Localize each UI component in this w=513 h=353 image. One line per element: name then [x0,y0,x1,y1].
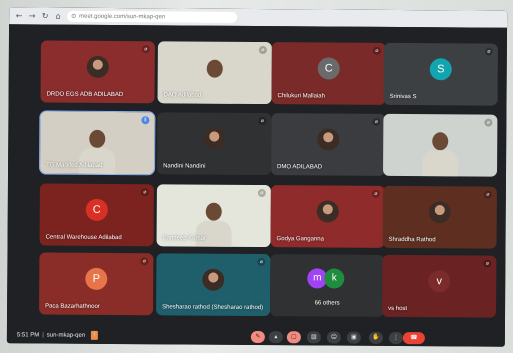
participant-avatar: C [317,57,340,80]
participant-tile[interactable]: C ⌀ Central Warehouse Adilabad [39,183,154,247]
present-button[interactable]: ▣ [346,331,361,344]
other-participant-avatar: k [324,268,345,289]
participant-name: Shesharao rathod (Shesharao rathod) [162,304,264,312]
current-time: 5:51 PM [16,332,40,339]
participant-avatar [86,55,109,78]
participant-name: DMO ADILABAD [277,164,323,171]
participant-name: Sandeep Kumar [162,235,206,242]
participant-tile[interactable]: ⌀ Godya Ganganna [270,185,385,248]
participant-tile[interactable]: C ⌀ Chilukuri Mallaiah [271,42,386,105]
address-bar[interactable]: ⊙ meet.google.com/sun-mkap-qen [67,10,238,23]
participant-name: DRDO EGS ADB ADILABAD [46,91,124,99]
speaking-indicator-icon: ⦀ [141,116,150,125]
participant-tile[interactable]: S ⌀ Srinivas S [383,42,498,106]
video-person-head [432,132,449,151]
more-options-button[interactable]: ⋮ [388,331,403,345]
video-person-body [195,220,232,247]
participant-tile[interactable]: m k 66 others [270,254,385,317]
mic-off-button[interactable]: ✎ [250,330,265,344]
participant-name: Srinivas S [389,93,417,101]
video-person-body [422,150,459,177]
participant-tile[interactable]: ⌀ Shesharao rathod (Shesharao rathod) [156,253,271,317]
participant-avatar [317,128,340,151]
emoji-button[interactable]: ☺ [326,331,341,344]
participant-name: vs host [388,305,408,313]
more-vert-icon: ⋮ [392,333,399,341]
participant-name: Shraddha Rathod [388,236,436,244]
participant-tile[interactable]: ⦀ TG Markfed Adilabad [39,110,156,176]
participant-tile[interactable]: v ⌀ vs host [382,254,497,318]
participant-name: TG Markfed Adilabad [46,162,103,169]
mic-muted-icon: ⌀ [257,258,266,267]
video-person-body [79,147,116,175]
participant-avatar: P [85,267,108,290]
meeting-code: sun-mkap-qen [46,332,86,339]
participant-name: Paca Bazarhathnoor [45,303,100,310]
participant-video [421,130,459,177]
participant-name: Chilukuri Mallaiah [277,93,325,100]
participant-tile[interactable]: ⌀ DMO ADILABAD [271,113,386,176]
camera-off-icon: ▢ [291,333,297,341]
captions-button[interactable]: ▤ [306,331,321,344]
participant-avatar [203,127,226,150]
leave-call-button[interactable]: ☎ [402,332,425,345]
reload-icon[interactable]: ↻ [41,11,49,20]
participant-tile[interactable]: P ⌀ Paca Bazarhathnoor [39,252,154,316]
mic-muted-icon: ⌀ [483,190,492,199]
others-count-label: 66 others [314,300,340,307]
video-person-head [206,59,223,78]
participant-name: Central Warehouse Adilabad [45,234,122,242]
mic-muted-icon: ⌀ [372,46,381,55]
home-icon[interactable]: ⌂ [54,12,62,21]
mic-muted-icon: ⌀ [371,189,380,198]
chevron-up-icon: ▴ [274,333,278,341]
participant-tile[interactable]: ⌀ DAO Adilabad [157,41,272,105]
participant-avatar [428,201,451,224]
url-text: meet.google.com/sun-mkap-qen [79,13,166,20]
participant-avatar: S [429,58,452,81]
others-avatars: mk [307,267,345,289]
mic-muted-icon: ⌀ [257,189,266,198]
participant-tile[interactable]: ⌀ DRDO EGS ADB ADILABAD [40,40,155,104]
emoji-icon: ☺ [330,333,338,341]
participant-tile[interactable]: ⌀ [383,113,498,177]
participant-tile[interactable]: ⌀ Shraddha Rathod [382,185,497,249]
presenting-badge: ! [90,330,98,340]
participant-name: Godya Ganganna [276,236,324,243]
participant-tile[interactable]: ⌀ Nandini Nandini [157,112,272,176]
mic-off-icon: ✎ [255,332,261,341]
end-call-icon: ☎ [410,334,418,342]
mic-muted-icon: ⌀ [258,117,267,126]
camera-off-button[interactable]: ▢ [286,331,301,344]
hand-icon: ✋ [372,333,380,341]
mic-muted-icon: ⌀ [141,45,150,54]
participant-avatar: v [428,270,451,293]
participant-avatar [202,268,225,291]
participant-name: DAO Adilabad [163,92,202,99]
video-person-head [89,129,106,148]
site-info-icon[interactable]: ⊙ [71,13,76,20]
participant-avatar: C [85,198,108,221]
mic-muted-icon: ⌀ [484,118,493,127]
video-person-body [196,77,233,104]
present-icon: ▣ [351,333,357,341]
mic-muted-icon: ⌀ [140,188,149,197]
mic-muted-icon: ⌀ [483,259,492,268]
mic-muted-icon: ⌀ [372,117,381,126]
captions-icon: ▤ [311,333,317,341]
back-arrow-icon[interactable]: ← [15,11,23,20]
laptop-screen: ← → ↻ ⌂ ⊙ meet.google.com/sun-mkap-qen ⌀… [6,7,508,347]
participant-grid: ⌀ DRDO EGS ADB ADILABAD ⌀ DAO Adilabad C ⌀ Chi… [6,24,508,331]
mic-muted-icon: ⌀ [140,257,149,266]
camera-chevron-button[interactable]: ▴ [268,331,283,344]
participant-avatar [316,200,339,223]
participant-tile[interactable]: ⌀ Sandeep Kumar [156,184,271,248]
raise-hand-button[interactable]: ✋ [368,331,383,344]
mic-muted-icon: ⌀ [484,47,493,56]
participant-name: Nandini Nandini [163,163,206,170]
video-person-head [205,202,222,221]
mic-muted-icon: ⌀ [258,46,267,55]
forward-arrow-icon[interactable]: → [28,11,36,20]
meeting-info: 5:51 PM | sun-mkap-qen [16,332,86,339]
